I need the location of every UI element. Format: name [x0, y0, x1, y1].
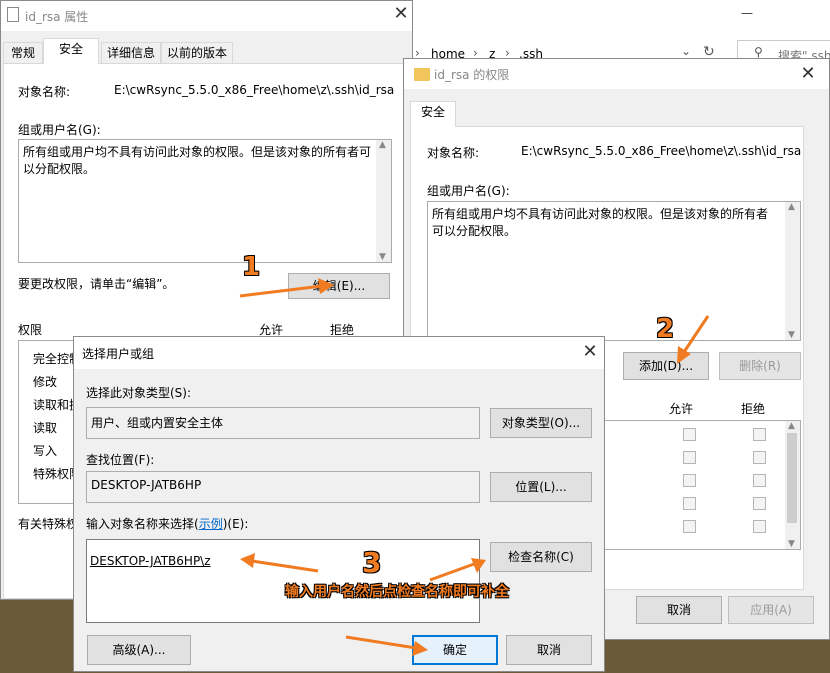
step3-number: 3 — [362, 546, 382, 579]
enter-label-prefix: 输入对象名称来选择( — [86, 517, 199, 531]
scroll-up-icon[interactable]: ▲ — [788, 421, 795, 431]
locations-button[interactable]: 位置(L)... — [490, 472, 592, 502]
chevron-down-icon[interactable]: ⌄ — [681, 44, 691, 58]
enter-object-label: 输入对象名称来选择(示例)(E): — [86, 515, 248, 532]
allow-column-label: 允许 — [669, 402, 694, 416]
object-type-value: 用户、组或内置安全主体 — [91, 416, 224, 430]
advanced-button[interactable]: 高级(A)... — [87, 635, 191, 665]
permissions-label: 权限 — [18, 323, 43, 337]
object-name-value: E:\cwRsync_5.5.0_x86_Free\home\z\.ssh\id… — [521, 144, 802, 158]
object-name-value: E:\cwRsync_5.5.0_x86_Free\home\z\.ssh\id… — [114, 83, 395, 97]
tab-security[interactable]: 安全 — [410, 101, 456, 127]
tab-previous-versions[interactable]: 以前的版本 — [161, 42, 233, 64]
location-label: 查找位置(F): — [86, 453, 155, 467]
allow-checkbox[interactable] — [683, 428, 696, 441]
add-button[interactable]: 添加(D)... — [623, 352, 709, 380]
group-user-label: 组或用户名(G): — [427, 184, 510, 198]
group-list-scrollbar[interactable]: ▲ ▼ — [785, 202, 800, 340]
location-field: DESKTOP-JATB6HP — [86, 471, 480, 503]
scroll-thumb[interactable] — [787, 433, 797, 523]
scroll-up-icon[interactable]: ▲ — [379, 140, 386, 150]
deny-checkbox[interactable] — [753, 520, 766, 533]
permissions-titlebar: id_rsa 的权限 ✕ — [404, 59, 829, 89]
entered-name[interactable]: DESKTOP-JATB6HP\z — [90, 554, 211, 568]
tab-details[interactable]: 详细信息 — [101, 42, 161, 64]
properties-title: id_rsa 属性 — [25, 10, 89, 24]
deny-checkbox[interactable] — [753, 474, 766, 487]
cancel-button[interactable]: 取消 — [636, 596, 722, 624]
close-icon[interactable]: ✕ — [576, 341, 604, 365]
select-dialog-title: 选择用户或组 — [82, 347, 155, 361]
check-names-button[interactable]: 检查名称(C) — [490, 542, 592, 572]
object-name-label: 对象名称: — [427, 146, 480, 160]
group-user-list[interactable]: 所有组或用户均不具有访问此对象的权限。但是该对象的所有者可以分配权限。 ▲ ▼ — [18, 139, 392, 263]
close-icon[interactable]: ✕ — [794, 63, 822, 87]
object-type-label: 选择此对象类型(S): — [86, 386, 192, 400]
minimize-icon[interactable]: — — [741, 6, 753, 20]
allow-checkbox[interactable] — [683, 474, 696, 487]
remove-button[interactable]: 删除(R) — [719, 352, 801, 380]
properties-titlebar: id_rsa 属性 ✕ — [1, 1, 412, 31]
enter-label-suffix: )(E): — [222, 517, 249, 531]
no-access-message: 所有组或用户均不具有访问此对象的权限。但是该对象的所有者可以分配权限。 — [432, 207, 769, 238]
object-types-button[interactable]: 对象类型(O)... — [490, 408, 592, 438]
select-users-dialog: 选择用户或组 ✕ 选择此对象类型(S): 用户、组或内置安全主体 对象类型(O)… — [73, 336, 605, 672]
group-user-list[interactable]: 所有组或用户均不具有访问此对象的权限。但是该对象的所有者可以分配权限。 ▲ ▼ — [427, 201, 801, 341]
cancel-button[interactable]: 取消 — [506, 635, 592, 665]
file-icon — [7, 7, 19, 22]
change-permission-hint: 要更改权限，请单击“编辑”。 — [18, 277, 175, 291]
examples-link[interactable]: 示例 — [199, 517, 223, 531]
deny-checkbox[interactable] — [753, 428, 766, 441]
allow-checkbox[interactable] — [683, 497, 696, 510]
permissions-title: id_rsa 的权限 — [434, 68, 510, 82]
deny-checkbox[interactable] — [753, 497, 766, 510]
scroll-down-icon[interactable]: ▼ — [788, 539, 795, 549]
deny-column-label: 拒绝 — [741, 402, 766, 416]
edit-button[interactable]: 编辑(E)... — [288, 273, 390, 299]
perm-item: 读取 — [33, 421, 58, 435]
close-icon[interactable]: ✕ — [387, 3, 415, 27]
select-dialog-titlebar: 选择用户或组 ✕ — [74, 337, 604, 369]
object-name-label: 对象名称: — [18, 85, 71, 99]
tab-general[interactable]: 常规 — [3, 42, 43, 64]
properties-tabs: 常规 安全 详细信息 以前的版本 — [3, 38, 412, 64]
perm-list-scrollbar[interactable]: ▲ ▼ — [785, 421, 800, 549]
tab-security[interactable]: 安全 — [43, 38, 99, 64]
group-user-label: 组或用户名(G): — [18, 123, 101, 137]
special-permission-hint: 有关特殊权 — [18, 517, 79, 531]
deny-checkbox[interactable] — [753, 451, 766, 464]
step1-number: 1 — [242, 252, 261, 282]
search-icon: ⚲ — [754, 45, 763, 59]
scroll-down-icon[interactable]: ▼ — [379, 252, 386, 262]
allow-checkbox[interactable] — [683, 451, 696, 464]
perm-item: 写入 — [33, 444, 58, 458]
allow-checkbox[interactable] — [683, 520, 696, 533]
scroll-down-icon[interactable]: ▼ — [788, 330, 795, 340]
no-access-message: 所有组或用户均不具有访问此对象的权限。但是该对象的所有者可以分配权限。 — [23, 145, 372, 176]
perm-item: 修改 — [33, 375, 58, 389]
step3-note: 输入用户名然后点检查名称即可补全 — [285, 584, 509, 600]
folder-icon — [414, 68, 430, 81]
object-type-field: 用户、组或内置安全主体 — [86, 407, 480, 439]
apply-button[interactable]: 应用(A) — [728, 596, 814, 624]
location-value: DESKTOP-JATB6HP — [91, 478, 202, 492]
step2-number: 2 — [656, 314, 675, 344]
scroll-up-icon[interactable]: ▲ — [788, 202, 795, 212]
ok-button[interactable]: 确定 — [412, 635, 498, 665]
group-list-scrollbar[interactable]: ▲ ▼ — [376, 140, 391, 262]
